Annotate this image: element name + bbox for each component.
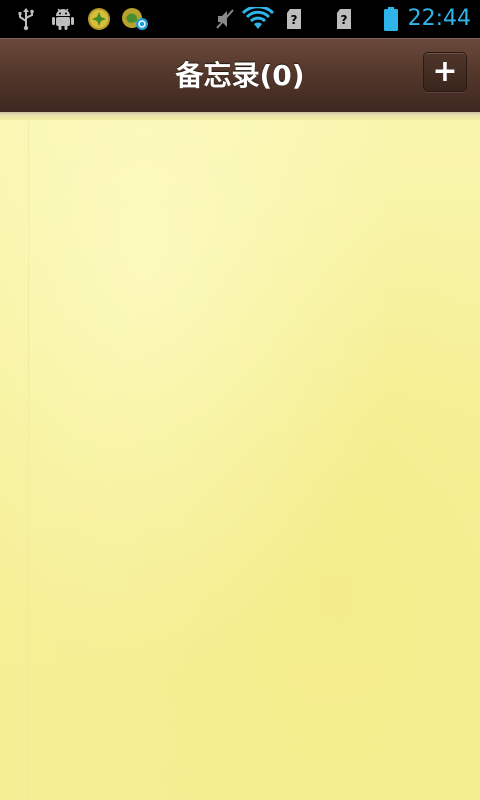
no-sim-icon: ? — [287, 9, 301, 29]
wifi-icon — [241, 7, 275, 29]
app-notification-icon — [88, 8, 110, 30]
add-note-button[interactable]: + — [423, 52, 467, 92]
page-title: 备忘录(0) — [175, 59, 305, 92]
status-bar: ? ? 22:44 — [0, 0, 480, 38]
app-sync-notification-icon — [122, 8, 148, 30]
paper-margin-line — [28, 120, 29, 800]
notes-list-area[interactable] — [0, 120, 480, 800]
muted-icon — [216, 9, 234, 29]
android-debug-icon — [52, 8, 74, 30]
no-sim-icon: ? — [337, 9, 351, 29]
notes-app-screen: ? ? 22:44 备忘录(0) + — [0, 0, 480, 800]
svg-text:?: ? — [291, 13, 298, 27]
battery-icon — [384, 7, 398, 31]
title-bar: 备忘录(0) + — [0, 38, 480, 112]
title-bar-divider — [0, 112, 480, 120]
usb-icon — [18, 8, 34, 31]
status-clock: 22:44 — [407, 6, 471, 31]
svg-text:?: ? — [341, 13, 348, 27]
